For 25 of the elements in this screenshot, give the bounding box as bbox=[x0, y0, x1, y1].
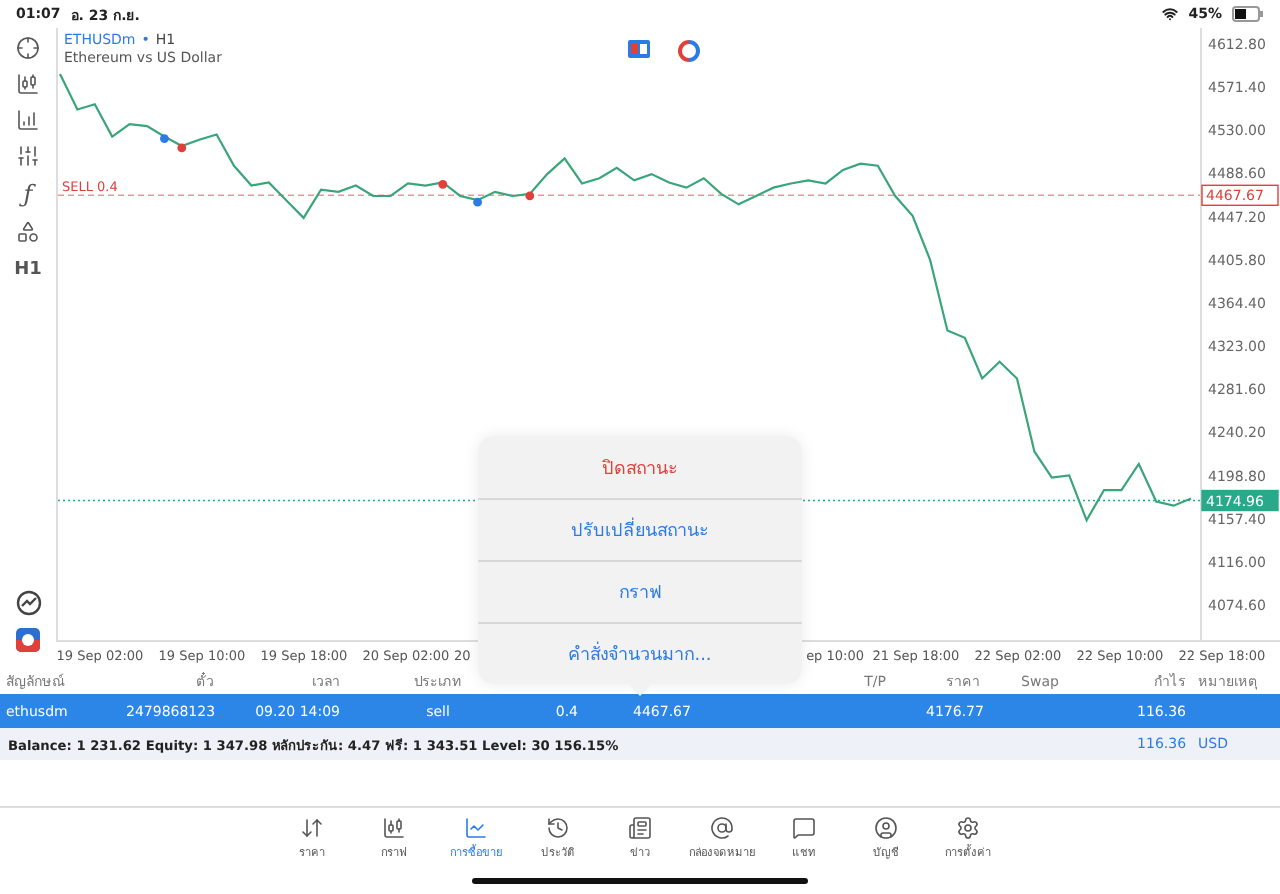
crosshair-icon[interactable] bbox=[16, 36, 40, 60]
battery-icon bbox=[1232, 6, 1264, 22]
user-icon bbox=[874, 816, 898, 840]
newspaper-icon bbox=[628, 816, 652, 840]
timeframe-button[interactable]: H1 bbox=[14, 256, 42, 284]
chat-icon bbox=[792, 816, 816, 840]
menu-item[interactable]: กราฟ bbox=[478, 560, 802, 622]
history-icon bbox=[546, 816, 570, 840]
settings-icon bbox=[956, 816, 980, 840]
wifi-icon bbox=[1162, 6, 1179, 22]
menu-item[interactable]: ปรับเปลี่ยนสถานะ bbox=[478, 498, 802, 560]
app-icon[interactable] bbox=[16, 628, 40, 652]
ring-icon[interactable] bbox=[678, 40, 700, 62]
bar-chart-icon[interactable] bbox=[16, 108, 40, 132]
candlestick-icon[interactable] bbox=[16, 72, 40, 96]
arrows-icon bbox=[300, 816, 324, 840]
shapes-icon[interactable] bbox=[16, 220, 40, 244]
menu-item[interactable]: ปิดสถานะ bbox=[478, 436, 802, 498]
function-tool[interactable]: ƒ bbox=[23, 180, 33, 208]
sliders-icon[interactable] bbox=[16, 144, 40, 168]
trend-icon[interactable] bbox=[15, 590, 41, 616]
trade-panel-icon[interactable] bbox=[628, 40, 650, 58]
line-chart-icon bbox=[464, 816, 488, 840]
candlestick-icon bbox=[382, 816, 406, 840]
at-sign-icon bbox=[710, 816, 734, 840]
